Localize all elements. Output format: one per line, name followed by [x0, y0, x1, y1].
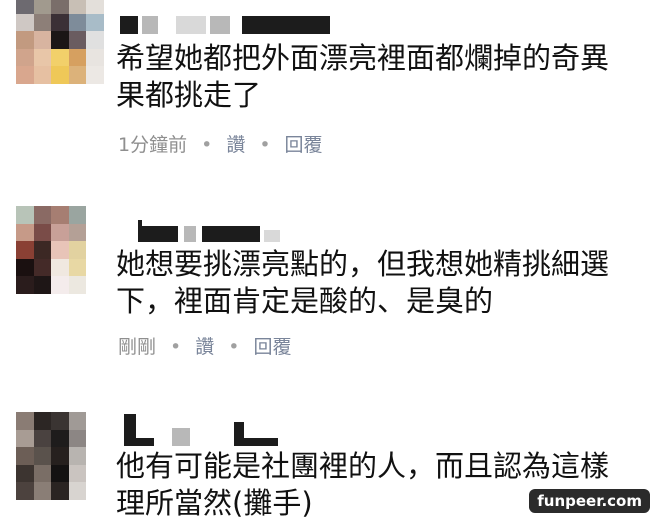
avatar-pixel	[86, 241, 104, 259]
avatar-pixel	[86, 412, 104, 430]
avatar-pixel	[33, 223, 52, 242]
avatar-pixel	[51, 412, 69, 430]
avatar-pixel	[16, 464, 34, 483]
avatar-pixel	[16, 412, 34, 430]
avatar-pixel	[68, 206, 87, 224]
avatar-pixel	[68, 223, 87, 242]
avatar-pixel	[86, 447, 104, 465]
separator-dot: •	[201, 134, 213, 156]
avatar-pixel	[86, 258, 104, 277]
avatar-pixel	[68, 258, 87, 277]
avatar-pixel	[51, 223, 69, 242]
avatar-pixel	[51, 482, 69, 500]
avatar-pixel	[16, 13, 34, 32]
avatar-pixel	[16, 429, 34, 448]
reply-button[interactable]: 回覆	[285, 134, 323, 156]
avatar-pixel	[68, 482, 87, 500]
avatar-pixel	[16, 223, 34, 242]
comment-text: 她想要挑漂亮點的，但我想她精挑細選下，裡面肯定是酸的、是臭的	[116, 247, 610, 318]
avatar-pixel	[16, 48, 34, 67]
avatar-pixel	[86, 66, 104, 84]
avatar-pixel	[86, 206, 104, 224]
avatar-pixel	[68, 447, 87, 465]
avatar-pixel	[51, 429, 69, 448]
avatar-pixel	[51, 464, 69, 483]
avatar-pixel	[33, 48, 52, 67]
avatar[interactable]	[16, 412, 104, 500]
avatar-pixel	[33, 31, 52, 49]
avatar-pixel	[68, 464, 87, 483]
avatar-pixel	[51, 66, 69, 84]
like-button[interactable]: 讚	[226, 134, 245, 156]
avatar-pixel	[86, 223, 104, 242]
avatar-pixel	[51, 206, 69, 224]
commenter-name[interactable]	[120, 14, 330, 34]
avatar-pixel	[33, 241, 52, 259]
like-button[interactable]: 讚	[195, 336, 214, 358]
avatar[interactable]	[16, 206, 104, 294]
commenter-name[interactable]	[124, 414, 284, 446]
avatar-pixel	[16, 66, 34, 84]
avatar-pixel	[16, 482, 34, 500]
comment-text: 希望她都把外面漂亮裡面都爛掉的奇異果都挑走了	[116, 41, 610, 112]
avatar-pixel	[68, 276, 87, 294]
avatar-pixel	[33, 13, 52, 32]
avatar-pixel	[16, 31, 34, 49]
avatar-pixel	[16, 241, 34, 259]
comment-timestamp: 1分鐘前	[118, 134, 188, 156]
avatar-pixel	[51, 13, 69, 32]
avatar-pixel	[86, 31, 104, 49]
avatar-pixel	[51, 447, 69, 465]
separator-dot: •	[259, 134, 271, 156]
avatar-pixel	[16, 206, 34, 224]
avatar-pixel	[68, 429, 87, 448]
avatar-pixel	[86, 276, 104, 294]
avatar-pixel	[33, 429, 52, 448]
separator-dot: •	[228, 336, 240, 358]
avatar-pixel	[86, 48, 104, 67]
avatar-pixel	[33, 412, 52, 430]
avatar-pixel	[68, 13, 87, 32]
avatar-pixel	[68, 48, 87, 67]
avatar-pixel	[86, 0, 104, 14]
avatar-pixel	[51, 276, 69, 294]
avatar-pixel	[68, 412, 87, 430]
avatar-pixel	[16, 447, 34, 465]
avatar-pixel	[33, 482, 52, 500]
avatar-pixel	[51, 0, 69, 14]
avatar-pixel	[33, 464, 52, 483]
avatar-pixel	[33, 66, 52, 84]
avatar-pixel	[86, 429, 104, 448]
avatar-pixel	[68, 241, 87, 259]
comment-meta: 1分鐘前 • 讚 • 回覆	[118, 130, 323, 157]
avatar-pixel	[68, 31, 87, 49]
avatar-pixel	[51, 258, 69, 277]
avatar-pixel	[16, 258, 34, 277]
avatar-pixel	[51, 31, 69, 49]
avatar-pixel	[51, 241, 69, 259]
commenter-name[interactable]	[124, 220, 304, 242]
avatar-pixel	[68, 66, 87, 84]
avatar-pixel	[68, 0, 87, 14]
comment-timestamp: 剛剛	[118, 336, 157, 358]
reply-button[interactable]: 回覆	[253, 336, 291, 358]
avatar-pixel	[33, 447, 52, 465]
avatar-pixel	[16, 0, 34, 14]
avatar-pixel	[33, 0, 52, 14]
watermark-logo: funpeer.com	[529, 489, 650, 513]
comment-meta: 剛剛 • 讚 • 回覆	[118, 332, 291, 359]
avatar-pixel	[33, 258, 52, 277]
avatar-pixel	[86, 13, 104, 32]
avatar-pixel	[86, 464, 104, 483]
avatar-pixel	[33, 276, 52, 294]
avatar-pixel	[16, 276, 34, 294]
avatar-pixel	[51, 48, 69, 67]
avatar-pixel	[33, 206, 52, 224]
separator-dot: •	[170, 336, 182, 358]
avatar[interactable]	[16, 0, 104, 84]
avatar-pixel	[86, 482, 104, 500]
